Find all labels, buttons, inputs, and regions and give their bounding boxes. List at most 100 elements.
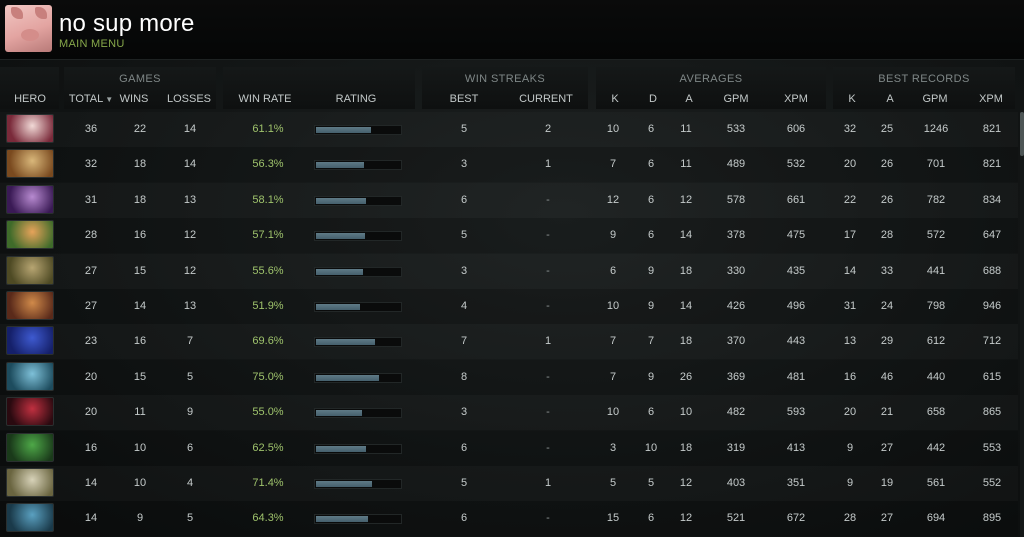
row-background xyxy=(0,289,1018,324)
hero-portrait-icon[interactable] xyxy=(6,149,54,179)
table-row[interactable]: 23 16 7 69.6% 7 1 7 7 18 370 443 13 29 612 712 xyxy=(0,324,1018,359)
scrollbar-track[interactable] xyxy=(1020,110,1024,537)
cell-wins: 9 xyxy=(136,512,144,525)
cell-best-assists: 21 xyxy=(880,406,894,419)
column-header-hero[interactable]: HERO xyxy=(14,93,46,105)
cell-wins: 16 xyxy=(133,229,147,242)
cell-avg-assists: 26 xyxy=(679,370,693,383)
hero-portrait-icon[interactable] xyxy=(6,114,54,143)
cell-best-kills: 20 xyxy=(843,406,857,419)
cell-win-rate: 57.1% xyxy=(252,229,284,242)
hero-portrait-icon[interactable] xyxy=(6,503,54,533)
table-row[interactable]: 14 9 5 64.3% 6 - 15 6 12 521 672 28 27 694 895 xyxy=(0,501,1018,537)
table-row[interactable]: 31 18 13 58.1% 6 - 12 6 12 578 661 22 26 782 834 xyxy=(0,183,1018,218)
cell-avg-xpm: 593 xyxy=(786,406,806,419)
column-header-losses[interactable]: LOSSES xyxy=(167,93,211,105)
hero-portrait-icon[interactable] xyxy=(6,432,54,462)
games-group-label: GAMES xyxy=(119,73,161,85)
hero-portrait-icon[interactable] xyxy=(6,220,54,250)
hero-portrait-icon[interactable] xyxy=(6,255,54,285)
cell-current-streak: - xyxy=(546,406,550,419)
column-header-best-assists[interactable]: A xyxy=(886,93,893,105)
rating-bar xyxy=(314,302,402,312)
rating-bar xyxy=(314,337,402,348)
column-header-avg-deaths[interactable]: D xyxy=(649,93,657,105)
rating-bar-fill xyxy=(316,374,379,381)
rating-bar xyxy=(314,443,402,454)
scrollbar-thumb[interactable] xyxy=(1020,112,1024,156)
rating-bar-fill xyxy=(316,233,365,240)
cell-best-gpm: 572 xyxy=(926,229,946,242)
cell-wins: 15 xyxy=(133,264,147,277)
rating-bar xyxy=(314,408,402,419)
profile-header: no sup more MAIN MENU xyxy=(0,0,1024,60)
column-header-best-xpm[interactable]: XPM xyxy=(979,93,1003,105)
cell-best-kills: 32 xyxy=(843,123,857,135)
cell-best-xpm: 821 xyxy=(982,123,1002,135)
cell-avg-kills: 10 xyxy=(606,300,620,312)
cell-wins: 18 xyxy=(133,158,147,171)
column-header-current-streak[interactable]: CURRENT xyxy=(519,93,573,105)
table-row[interactable]: 16 10 6 62.5% 6 - 3 10 18 319 413 9 27 442 553 xyxy=(0,430,1018,466)
cell-best-xpm: 821 xyxy=(982,158,1002,171)
table-row[interactable]: 28 16 12 57.1% 5 - 9 6 14 378 475 17 28 572 647 xyxy=(0,218,1018,254)
avatar-ear-left xyxy=(11,7,23,19)
hero-portrait-icon[interactable] xyxy=(6,291,54,320)
cell-win-rate: 51.9% xyxy=(252,300,284,312)
column-header-total[interactable]: TOTAL ▼ xyxy=(69,93,113,105)
cell-avg-assists: 14 xyxy=(679,229,693,242)
column-header-avg-xpm[interactable]: XPM xyxy=(784,93,808,105)
column-header-avg-assists[interactable]: A xyxy=(685,93,692,105)
cell-current-streak: - xyxy=(546,264,550,277)
hero-portrait-icon[interactable] xyxy=(6,184,54,214)
cell-losses: 12 xyxy=(183,264,197,277)
row-background xyxy=(0,466,1018,501)
cell-avg-deaths: 6 xyxy=(647,123,655,135)
hero-portrait-icon[interactable] xyxy=(6,361,54,391)
hero-portrait-icon[interactable] xyxy=(6,326,54,356)
table-row[interactable]: 27 15 12 55.6% 3 - 6 9 18 330 435 14 33 441 688 xyxy=(0,254,1018,289)
profile-avatar[interactable] xyxy=(5,5,52,52)
column-header-avg-kills[interactable]: K xyxy=(611,93,618,105)
table-row[interactable]: 36 22 14 61.1% 5 2 10 6 11 533 606 32 25 1246 821 xyxy=(0,112,1018,147)
hero-portrait-icon[interactable] xyxy=(6,468,54,497)
column-header-wins[interactable]: WINS xyxy=(120,93,149,105)
cell-best-streak: 5 xyxy=(460,477,468,489)
table-row[interactable]: 20 15 5 75.0% 8 - 7 9 26 369 481 16 46 440 615 xyxy=(0,359,1018,395)
column-header-win-rate[interactable]: WIN RATE xyxy=(239,93,292,105)
column-header-best-kills[interactable]: K xyxy=(848,93,855,105)
cell-avg-assists: 11 xyxy=(680,123,692,135)
column-header-best-gpm[interactable]: GPM xyxy=(922,93,947,105)
column-header-rating[interactable]: RATING xyxy=(336,93,377,105)
cell-avg-kills: 7 xyxy=(609,158,617,171)
column-header-best-streak[interactable]: BEST xyxy=(450,93,479,105)
cell-avg-assists: 14 xyxy=(679,300,693,312)
cell-win-rate: 64.3% xyxy=(252,512,284,525)
cell-best-streak: 6 xyxy=(460,193,468,206)
cell-current-streak: 2 xyxy=(544,123,552,135)
cell-best-streak: 6 xyxy=(460,512,468,525)
rating-bar-fill xyxy=(316,268,363,275)
table-row[interactable]: 27 14 13 51.9% 4 - 10 9 14 426 496 31 24 798 946 xyxy=(0,289,1018,324)
cell-avg-gpm: 489 xyxy=(726,158,746,171)
cell-win-rate: 58.1% xyxy=(252,193,284,206)
cell-best-gpm: 612 xyxy=(926,335,946,348)
cell-best-xpm: 712 xyxy=(982,335,1002,348)
rating-bar-fill xyxy=(316,197,366,204)
cell-best-kills: 22 xyxy=(843,193,857,206)
main-menu-link[interactable]: MAIN MENU xyxy=(59,38,125,50)
cell-best-xpm: 553 xyxy=(982,441,1002,454)
hero-portrait-icon[interactable] xyxy=(6,397,54,427)
cell-avg-gpm: 319 xyxy=(726,441,746,454)
cell-avg-gpm: 403 xyxy=(726,477,746,489)
cell-total: 36 xyxy=(84,123,98,135)
cell-best-gpm: 440 xyxy=(926,370,946,383)
rating-bar-fill xyxy=(316,304,360,310)
cell-current-streak: - xyxy=(546,441,550,454)
table-row[interactable]: 32 18 14 56.3% 3 1 7 6 11 489 532 20 26 701 821 xyxy=(0,147,1018,183)
table-row[interactable]: 20 11 9 55.0% 3 - 10 6 10 482 593 20 21 658 865 xyxy=(0,395,1018,430)
column-header-avg-gpm[interactable]: GPM xyxy=(723,93,748,105)
cell-losses: 5 xyxy=(186,512,194,525)
rating-bar xyxy=(314,372,402,383)
table-row[interactable]: 14 10 4 71.4% 5 1 5 5 12 403 351 9 19 561 552 xyxy=(0,466,1018,501)
